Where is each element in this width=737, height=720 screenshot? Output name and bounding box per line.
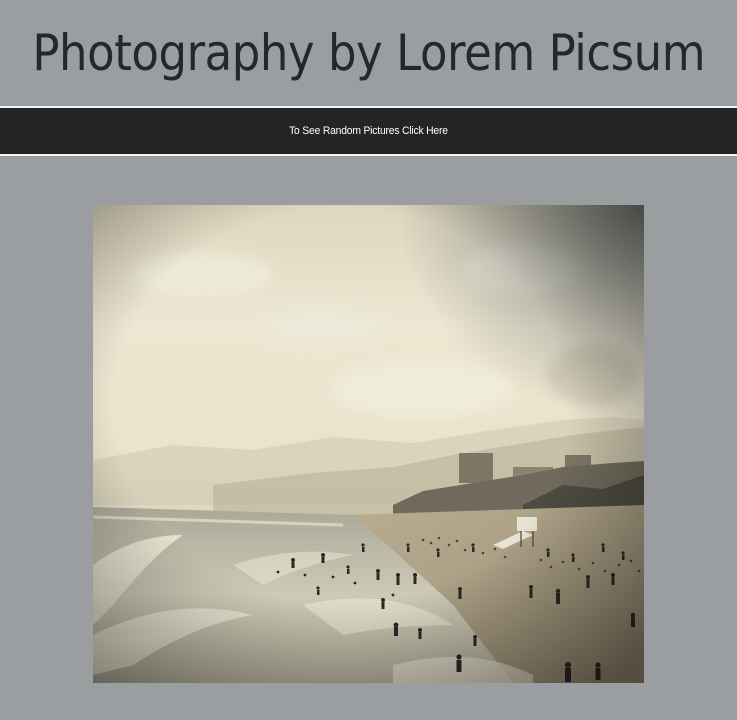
page: Photography by Lorem Picsum To See Rando… (0, 0, 737, 720)
page-title: Photography by Lorem Picsum (32, 24, 705, 82)
random-pictures-link[interactable]: To See Random Pictures Click Here (289, 125, 448, 137)
site-header: Photography by Lorem Picsum (0, 0, 737, 106)
featured-photo (93, 205, 644, 683)
nav-bar: To See Random Pictures Click Here (0, 106, 737, 156)
beach-photo-image (93, 205, 644, 683)
